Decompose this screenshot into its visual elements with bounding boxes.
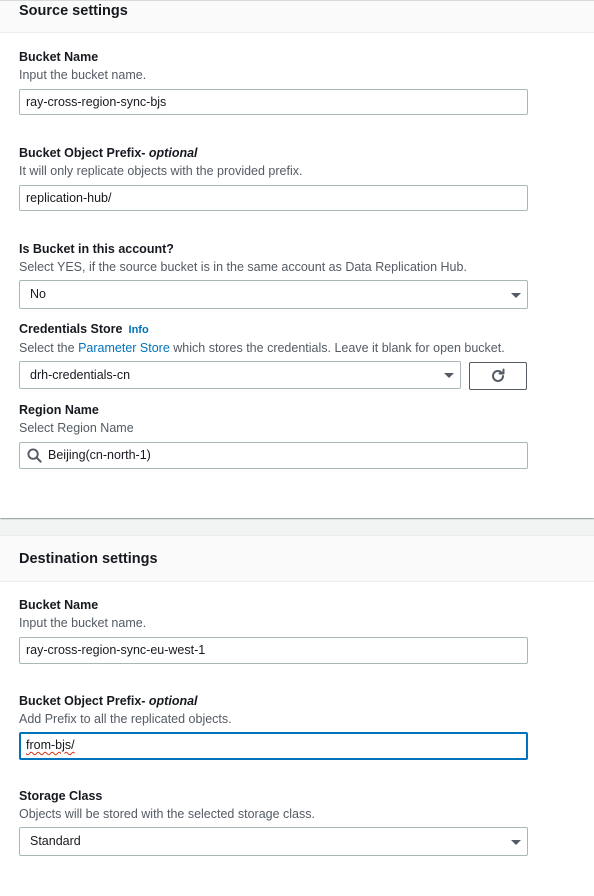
dest-bucket-prefix-label: Bucket Object Prefix- optional [19, 693, 539, 709]
dest-storage-class-desc: Objects will be stored with the selected… [19, 807, 315, 821]
source-region-desc: Select Region Name [19, 421, 134, 435]
dest-storage-class-label: Storage Class [19, 789, 103, 803]
source-in-account-label: Is Bucket in this account? [19, 242, 174, 256]
destination-settings-title: Destination settings [19, 551, 158, 567]
source-credentials-select[interactable]: drh-credentials-cn [19, 361, 461, 389]
source-region-field: Region Name Select Region Name Beijing(c… [19, 402, 539, 469]
source-region-input[interactable]: Beijing(cn-north-1) [19, 442, 528, 469]
dest-bucket-prefix-label-text: Bucket Object Prefix- [19, 694, 149, 708]
chevron-down-icon [444, 373, 454, 378]
source-in-account-field: Is Bucket in this account? Select YES, i… [19, 241, 539, 309]
parameter-store-link[interactable]: Parameter Store [78, 341, 170, 355]
source-settings-title: Source settings [19, 3, 128, 19]
source-bucket-prefix-value: replication-hub/ [26, 191, 112, 205]
dest-bucket-prefix-input[interactable]: from-bjs/ [19, 732, 528, 760]
dest-bucket-name-field: Bucket Name Input the bucket name. ray-c… [19, 597, 539, 664]
destination-settings-panel: Destination settings Bucket Name Input t… [0, 535, 594, 896]
source-credentials-desc-after: which stores the credentials. Leave it b… [169, 341, 505, 355]
source-bucket-prefix-label: Bucket Object Prefix- optional [19, 145, 539, 161]
dest-bucket-name-value: ray-cross-region-sync-eu-west-1 [26, 643, 206, 657]
source-bucket-name-input[interactable]: ray-cross-region-sync-bjs [19, 89, 528, 115]
source-bucket-name-field: Bucket Name Input the bucket name. ray-c… [19, 49, 539, 115]
source-bucket-prefix-field: Bucket Object Prefix- optional It will o… [19, 145, 539, 211]
info-link[interactable]: Info [129, 324, 149, 336]
dest-bucket-prefix-field: Bucket Object Prefix- optional Add Prefi… [19, 693, 539, 760]
source-credentials-label-text: Credentials Store [19, 322, 123, 336]
source-credentials-desc: Select the Parameter Store which stores … [19, 340, 539, 356]
dest-bucket-name-desc: Input the bucket name. [19, 616, 147, 630]
source-settings-header: Source settings [0, 1, 594, 33]
source-credentials-value: drh-credentials-cn [30, 368, 131, 382]
dest-bucket-name-input[interactable]: ray-cross-region-sync-eu-west-1 [19, 637, 528, 664]
dest-storage-class-select[interactable]: Standard [19, 827, 528, 856]
dest-bucket-name-label: Bucket Name [19, 598, 99, 612]
refresh-credentials-button[interactable] [469, 362, 527, 390]
refresh-icon [492, 368, 505, 382]
source-credentials-field: Credentials Store Info Select the Paramet… [19, 321, 539, 390]
dest-bucket-prefix-desc: Add Prefix to all the replicated objects… [19, 712, 232, 726]
optional-tag: optional [148, 694, 198, 708]
chevron-down-icon [511, 293, 521, 298]
source-region-label: Region Name [19, 403, 99, 417]
search-icon [27, 448, 42, 463]
optional-tag: optional [148, 146, 198, 160]
source-bucket-prefix-input[interactable]: replication-hub/ [19, 185, 528, 211]
dest-storage-class-field: Storage Class Objects will be stored wit… [19, 788, 539, 856]
dest-bucket-prefix-value: from-bjs/ [26, 738, 75, 752]
source-bucket-prefix-label-text: Bucket Object Prefix- [19, 146, 149, 160]
source-in-account-select[interactable]: No [19, 280, 528, 309]
dest-storage-class-value: Standard [30, 834, 81, 848]
source-in-account-value: No [30, 287, 46, 301]
source-bucket-name-label: Bucket Name [19, 50, 99, 64]
chevron-down-icon [511, 840, 521, 845]
source-settings-panel: Source settings Bucket Name Input the bu… [0, 0, 594, 518]
source-credentials-desc-before: Select the [19, 341, 79, 355]
source-credentials-label: Credentials Store Info [19, 321, 539, 338]
source-bucket-name-desc: Input the bucket name. [19, 68, 147, 82]
source-bucket-name-value: ray-cross-region-sync-bjs [26, 95, 167, 109]
source-in-account-desc: Select YES, if the source bucket is in t… [19, 260, 467, 274]
source-bucket-prefix-desc: It will only replicate objects with the … [19, 164, 303, 178]
destination-settings-header: Destination settings [0, 536, 594, 582]
source-region-value: Beijing(cn-north-1) [48, 448, 151, 462]
